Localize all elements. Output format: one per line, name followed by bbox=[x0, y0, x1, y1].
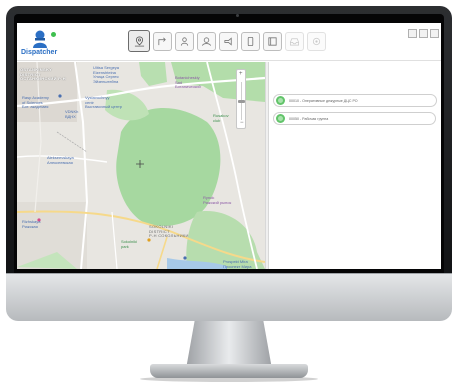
settings-icon bbox=[312, 37, 321, 46]
settings-button[interactable] bbox=[307, 32, 326, 51]
contacts-icon bbox=[268, 37, 277, 46]
broadcast-button[interactable] bbox=[219, 32, 238, 51]
zoom-in-icon[interactable]: + bbox=[239, 71, 243, 77]
map-label-rusakov: Rusakov club bbox=[213, 113, 229, 123]
monitor-stand-base bbox=[150, 364, 308, 378]
map-button[interactable] bbox=[128, 30, 150, 52]
map-label-sokolniki: SOKOLNIKI DISTRICT Р-Н СОКОЛЬНИКИ bbox=[149, 224, 189, 238]
person-icon bbox=[180, 37, 189, 46]
group-status-icon bbox=[276, 96, 285, 105]
zoom-slider-knob[interactable] bbox=[238, 100, 245, 103]
minimize-button[interactable] bbox=[408, 29, 417, 38]
map-label-vdnh: VDNKh ВДНХ bbox=[65, 109, 79, 119]
monitor-stand-neck bbox=[186, 321, 272, 369]
monitor-chin bbox=[6, 274, 452, 321]
route-button[interactable] bbox=[153, 32, 172, 51]
map-label-rynok: Rynok Рижский рынок bbox=[203, 195, 232, 205]
map-label-botanical: Botanicheskiy Sad Ботанический bbox=[175, 75, 201, 89]
map-label-alekseevskaya: Alekseevskaya Алексеевская bbox=[47, 155, 74, 165]
top-bar: Dispatcher bbox=[17, 23, 441, 61]
online-status-dot bbox=[51, 32, 56, 37]
group-button[interactable] bbox=[197, 32, 216, 51]
person-button[interactable] bbox=[175, 32, 194, 51]
contacts-button[interactable] bbox=[263, 32, 282, 51]
group-item-label: 00010 - Оперативные дежурные ДЦС РО bbox=[289, 98, 358, 103]
megaphone-icon bbox=[224, 37, 232, 46]
inbox-icon bbox=[290, 38, 299, 46]
group-item[interactable]: 00010 - Оперативные дежурные ДЦС РО bbox=[273, 94, 437, 107]
map-label-rizhskaya: Rizhskaya Рижская bbox=[22, 219, 41, 229]
inbox-button[interactable] bbox=[285, 32, 304, 51]
close-button[interactable] bbox=[430, 29, 439, 38]
app-logo[interactable]: Dispatcher bbox=[21, 27, 61, 59]
app-name: Dispatcher bbox=[21, 49, 58, 56]
main-toolbar bbox=[128, 30, 326, 54]
map-label-prospekt: Prospekt Mira Проспект Мира bbox=[223, 259, 252, 269]
groups-panel: 00010 - Оперативные дежурные ДЦС РО 0005… bbox=[269, 62, 441, 269]
map-view[interactable]: OSTANKINSKY DISTRICT ОСТАНКИНСКИЙ Р-Н Ulit… bbox=[17, 62, 265, 269]
group-item[interactable]: 00050 - Рабочая группа bbox=[273, 112, 436, 125]
call-button[interactable] bbox=[241, 32, 260, 51]
camera bbox=[236, 14, 239, 17]
group-status-icon bbox=[276, 114, 285, 123]
dispatcher-avatar-icon bbox=[33, 30, 47, 48]
map-label-ulitsa: Ulitsa Sergeya Eizenshteina Улица Сергея Эй… bbox=[93, 65, 120, 84]
window-controls bbox=[408, 29, 439, 38]
group-item-label: 00050 - Рабочая группа bbox=[289, 116, 329, 121]
group-icon bbox=[201, 37, 212, 46]
map-label-exhibition: Vystavochnyy centr Выставочный центр bbox=[85, 95, 123, 109]
phone-icon bbox=[247, 36, 254, 47]
app-screen: Dispatcher OSTANKINSKY DISTRICT ОСТАНКИН… bbox=[17, 23, 441, 269]
map-label-ostankinsky: OSTANKINSKY DISTRICT ОСТАНКИНСКИЙ Р-Н bbox=[20, 67, 66, 81]
zoom-out-icon[interactable]: − bbox=[240, 120, 244, 126]
zoom-control[interactable]: + − bbox=[236, 69, 246, 129]
map-pin-icon bbox=[134, 36, 144, 46]
maximize-button[interactable] bbox=[419, 29, 428, 38]
map-label-sokolniki-park: Sokolniki park bbox=[121, 239, 138, 249]
map-label-academy: Rasp Academy of Sciences Бот. академия bbox=[22, 95, 49, 109]
route-icon bbox=[158, 37, 166, 46]
crosshair-icon bbox=[136, 160, 144, 168]
